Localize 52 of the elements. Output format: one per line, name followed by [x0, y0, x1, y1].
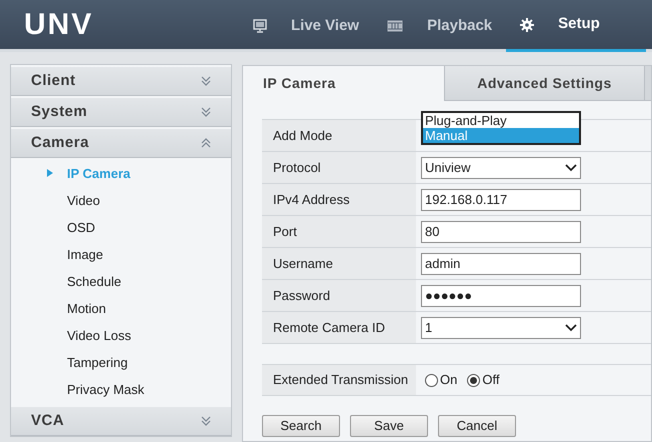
radio-button[interactable]	[425, 374, 438, 386]
field-label: Password	[262, 280, 416, 311]
sidebar-item[interactable]: OSD	[11, 214, 231, 241]
input-field[interactable]: admin	[421, 252, 581, 274]
radio-button[interactable]	[467, 374, 480, 386]
radio-option[interactable]: On	[425, 370, 458, 390]
input-field[interactable]: 80	[421, 220, 581, 242]
sidebar-item[interactable]: Privacy Mask	[11, 376, 231, 403]
tab[interactable]: Advanced Settings	[444, 66, 645, 101]
nav-label: Playback	[427, 16, 492, 36]
double-chevron-down-icon	[201, 107, 211, 117]
nav-label: Setup	[558, 14, 600, 34]
gear-icon	[520, 18, 534, 32]
select-field[interactable]: 1	[421, 316, 581, 338]
sidebar-item[interactable]: Video	[11, 187, 231, 214]
action-button[interactable]: Search	[262, 415, 340, 437]
double-chevron-down-icon	[201, 416, 211, 426]
film-icon	[387, 20, 404, 32]
action-button[interactable]: Save	[350, 415, 428, 437]
select-field[interactable]: Uniview	[421, 156, 581, 178]
field-label: Add Mode	[262, 120, 416, 151]
sidebar-section-header[interactable]: Camera	[11, 127, 231, 158]
nav-label: Live View	[291, 16, 360, 36]
monitor-icon	[253, 19, 267, 33]
field-label: Username	[262, 248, 416, 279]
logo: UNV	[24, 7, 94, 43]
field-label: Protocol	[262, 152, 416, 183]
field-label: Remote Camera ID	[262, 312, 416, 343]
nav-tab[interactable]: Setup	[506, 0, 646, 52]
sidebar-item[interactable]: Tampering	[11, 349, 231, 376]
dropdown-option[interactable]: Plug-and-Play	[423, 113, 579, 128]
sidebar-item[interactable]: Schedule	[11, 268, 231, 295]
double-chevron-down-icon	[201, 76, 211, 86]
input-field[interactable]: 192.168.0.117	[421, 188, 581, 210]
caret-icon	[565, 324, 577, 332]
sidebar-section-header[interactable]: Client	[11, 65, 231, 96]
sidebar-section-header[interactable]: VCA	[11, 405, 231, 436]
nav-tab[interactable]: Playback	[373, 0, 506, 52]
sidebar-item[interactable]: Video Loss	[11, 322, 231, 349]
password-field[interactable]: ●●●●●●	[421, 284, 581, 306]
sidebar-item[interactable]: Motion	[11, 295, 231, 322]
radio-option[interactable]: Off	[467, 370, 500, 390]
triangle-right-icon	[47, 169, 53, 177]
caret-icon	[565, 164, 577, 172]
field-label: Extended Transmission	[262, 365, 416, 395]
double-chevron-up-icon	[201, 138, 211, 148]
nav-tab[interactable]: Live View	[239, 0, 374, 52]
sidebar-section-header[interactable]: System	[11, 96, 231, 127]
action-button[interactable]: Cancel	[438, 415, 516, 437]
field-label: IPv4 Address	[262, 184, 416, 215]
sidebar-item[interactable]: Image	[11, 241, 231, 268]
field-label: Port	[262, 216, 416, 247]
